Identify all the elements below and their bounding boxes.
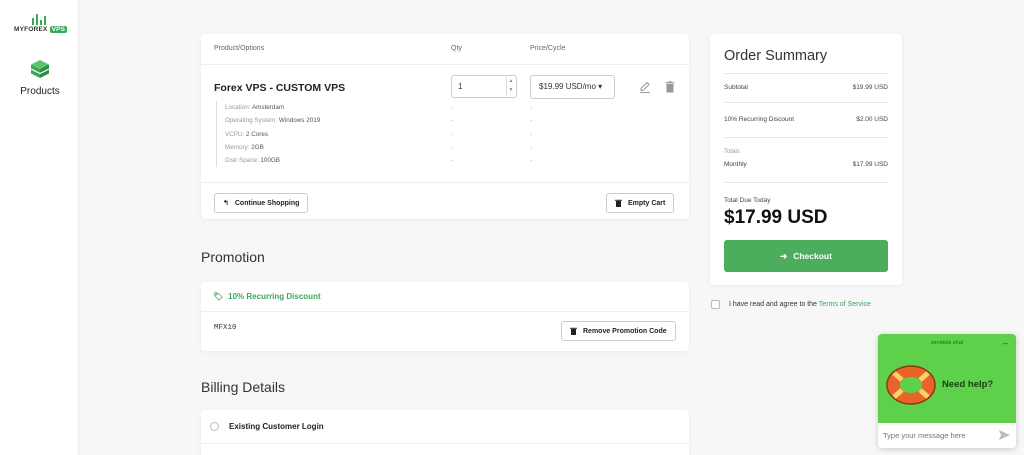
divider: [724, 137, 888, 138]
terms-checkbox[interactable]: [711, 300, 720, 309]
promotion-title: Promotion: [201, 249, 265, 265]
product-name: Forex VPS - CUSTOM VPS: [214, 82, 346, 94]
existing-customer-label[interactable]: Existing Customer Login: [229, 422, 324, 431]
arrow-right-icon: ➜: [780, 250, 788, 261]
header-qty: Qty: [451, 45, 462, 52]
continue-shopping-button[interactable]: ↰ Continue Shopping: [214, 193, 309, 213]
sidebar: MYFOREX VPS Products: [0, 0, 79, 455]
totals-label: Totals: [724, 149, 740, 155]
back-arrow-icon: ↰: [223, 200, 229, 207]
option-location: Location: Amsterdam: [225, 104, 285, 111]
order-summary-title: Order Summary: [724, 48, 828, 64]
caret-down-icon: ▾: [598, 82, 603, 91]
terms-text: I have read and agree to the: [729, 301, 817, 308]
quantity-stepper[interactable]: ▲ ▼: [506, 77, 515, 96]
discount-row: 10% Recurring Discount $2.00 USD: [724, 116, 888, 123]
promo-code: MFX10: [214, 324, 237, 332]
option-os: Operating System: Windows 2019: [225, 117, 321, 125]
remove-promo-button[interactable]: Remove Promotion Code: [561, 321, 676, 341]
nav-products[interactable]: Products: [10, 58, 70, 97]
header-price: Price/Cycle: [530, 45, 566, 52]
divider: [724, 73, 888, 74]
promotion-discount: 🏷 10% Recurring Discount: [201, 282, 689, 312]
logo-chart-icon: [14, 13, 64, 25]
divider: [724, 182, 888, 183]
billing-card: Existing Customer Login: [201, 410, 689, 455]
terms-agreement: I have read and agree to the Terms of Se…: [711, 300, 871, 309]
chat-brand: zendesk chat: [930, 340, 964, 346]
chat-help-text: Need help?: [942, 379, 994, 390]
price-cycle-select[interactable]: $19.99 USD/mo ▾: [530, 75, 615, 99]
chat-widget: zendesk chat – Need help?: [878, 334, 1016, 448]
terms-link[interactable]: Terms of Service: [819, 301, 871, 308]
nav-products-label: Products: [20, 86, 60, 97]
chat-minimize-button[interactable]: –: [1003, 338, 1008, 348]
brand-badge: VPS: [49, 26, 68, 33]
send-icon[interactable]: [999, 430, 1010, 440]
monthly-row: Monthly $17.99 USD: [724, 161, 888, 168]
cart-header: Product/Options Qty Price/Cycle: [201, 34, 689, 65]
brand-name: MYFOREX: [14, 26, 48, 33]
ticket-icon: 🏷: [213, 292, 224, 301]
existing-customer-radio[interactable]: [210, 422, 219, 431]
divider: [201, 443, 689, 444]
order-summary-card: Order Summary Subtotal $19.99 USD 10% Rec…: [710, 34, 902, 285]
edit-icon[interactable]: [638, 80, 652, 94]
header-product: Product/Options: [214, 45, 265, 52]
divider: [724, 102, 888, 103]
promotion-card: 🏷 10% Recurring Discount MFX10 Remove Pr…: [201, 282, 689, 351]
lifebuoy-icon: [886, 365, 936, 405]
total-due-amount: $17.99 USD: [724, 207, 828, 228]
brand-logo[interactable]: MYFOREX VPS: [14, 13, 68, 33]
qty-dashes: -----: [451, 104, 454, 165]
cart-footer: ↰ Continue Shopping Empty Cart: [201, 182, 689, 219]
trash-icon[interactable]: [663, 80, 677, 94]
chat-header[interactable]: zendesk chat – Need help?: [878, 334, 1016, 423]
option-memory: Memory: 2GB: [225, 143, 264, 151]
price-dashes: -----: [530, 104, 533, 165]
option-vcpu: VCPU: 2 Cores: [225, 130, 269, 138]
total-due-label: Total Due Today: [724, 197, 771, 204]
billing-title: Billing Details: [201, 379, 286, 395]
empty-cart-button[interactable]: Empty Cart: [606, 193, 675, 213]
product-options: Location: Amsterdam Operating System: Wi…: [216, 101, 321, 168]
trash-icon: [570, 327, 577, 335]
subtotal-row: Subtotal $19.99 USD: [724, 84, 888, 91]
checkout-button[interactable]: ➜ Checkout: [724, 240, 888, 272]
chat-message-input[interactable]: [878, 423, 1016, 448]
trash-icon: [615, 199, 622, 207]
cart-card: Product/Options Qty Price/Cycle Forex VP…: [201, 34, 689, 219]
box-icon: [30, 60, 50, 78]
option-disk: Disk Space: 100GB: [225, 157, 280, 165]
